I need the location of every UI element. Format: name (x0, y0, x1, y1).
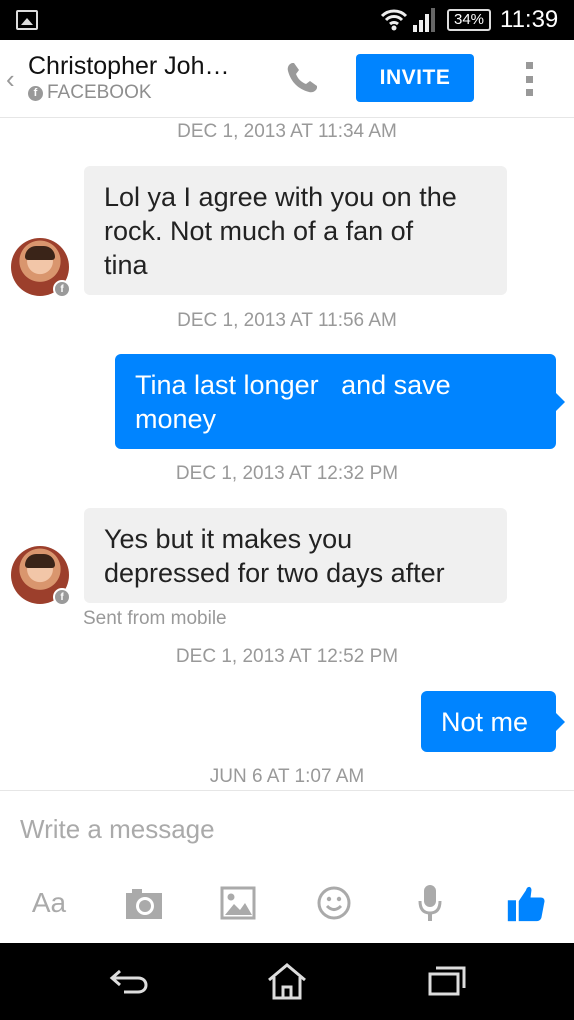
conversation-header: ‹ Christopher Joh… f FACEBOOK INVITE (0, 40, 574, 118)
clock: 11:39 (500, 6, 559, 33)
gallery-icon (16, 10, 38, 30)
message-text-line: Lol ya I agree with you on the (104, 182, 457, 212)
emoji-icon[interactable] (316, 883, 352, 923)
message-text-line: money (135, 404, 217, 434)
thumbs-up-icon[interactable] (504, 883, 548, 923)
microphone-icon[interactable] (414, 883, 446, 923)
outgoing-message-bubble[interactable]: Tina last longer and save money (115, 354, 565, 449)
phone-icon[interactable] (282, 58, 322, 98)
recents-nav-icon[interactable] (425, 961, 469, 1001)
home-nav-icon[interactable] (265, 961, 309, 1001)
signal-icon (413, 8, 435, 32)
sent-from-label: Sent from mobile (83, 608, 227, 629)
avatar[interactable]: f (11, 238, 71, 298)
message-text-line: Not me (441, 707, 529, 737)
incoming-message-bubble[interactable]: Yes but it makes you depressed for two d… (84, 508, 507, 603)
message-text-line: Yes but it makes you (104, 524, 353, 554)
wifi-icon (380, 9, 408, 31)
facebook-badge-icon: f (53, 280, 71, 298)
message-timestamp: DEC 1, 2013 AT 11:34 AM (177, 121, 397, 142)
contact-source-label: FACEBOOK (47, 82, 152, 103)
avatar[interactable]: f (11, 546, 71, 606)
message-text-line: depressed for two days after (104, 558, 445, 588)
camera-icon[interactable] (124, 883, 164, 923)
message-timestamp: DEC 1, 2013 AT 12:52 PM (175, 646, 399, 667)
back-chevron-icon[interactable]: ‹ (6, 64, 15, 95)
facebook-icon: f (28, 85, 43, 101)
message-text-line: Tina last longer and save (135, 370, 451, 400)
contact-source: f FACEBOOK (28, 82, 152, 104)
back-nav-icon[interactable] (106, 961, 150, 1001)
overflow-menu-icon[interactable] (524, 62, 534, 96)
outgoing-message-bubble[interactable]: Not me (421, 691, 565, 752)
message-composer: Aa (0, 790, 574, 943)
message-input[interactable] (20, 809, 554, 849)
image-icon[interactable] (220, 883, 256, 923)
status-bar: 34% 11:39 (0, 0, 574, 40)
text-format-button[interactable]: Aa (28, 883, 70, 923)
message-timestamp: DEC 1, 2013 AT 11:56 AM (177, 310, 397, 331)
contact-name[interactable]: Christopher Joh… (28, 52, 229, 81)
incoming-message-bubble[interactable]: Lol ya I agree with you on the rock. Not… (84, 166, 507, 295)
invite-button[interactable]: INVITE (356, 54, 474, 102)
message-text-line: rock. Not much of a fan of (104, 216, 414, 246)
message-text-line: tina (104, 250, 148, 280)
battery-indicator: 34% (447, 9, 491, 31)
message-timestamp: DEC 1, 2013 AT 12:32 PM (175, 463, 399, 484)
message-timestamp: JUN 6 AT 1:07 AM (209, 766, 365, 787)
system-nav-bar (0, 943, 574, 1020)
facebook-badge-icon: f (53, 588, 71, 606)
